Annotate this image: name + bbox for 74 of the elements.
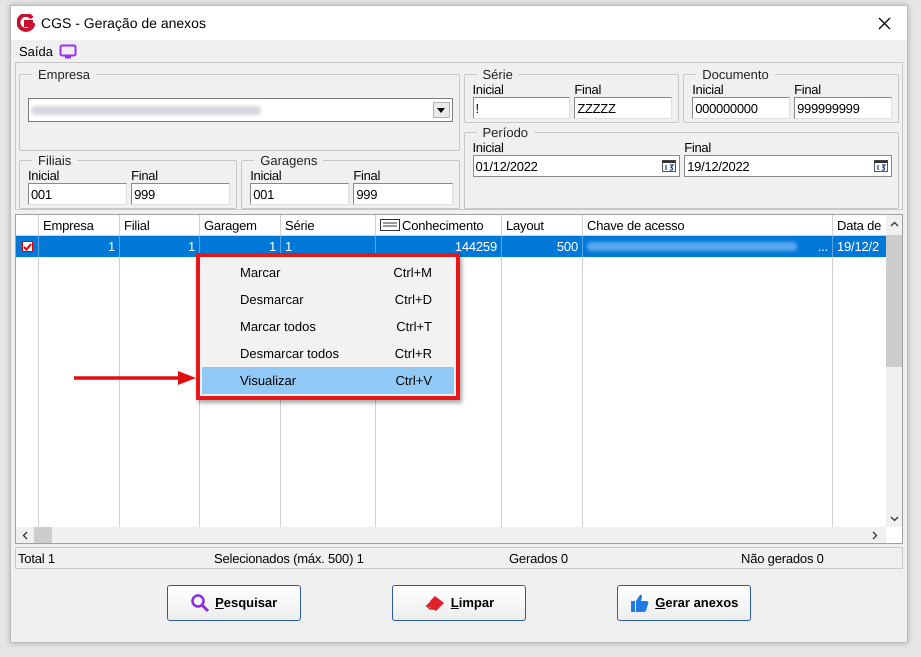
- status-text: Total 1: [17, 550, 56, 566]
- group-label: Série: [482, 67, 514, 82]
- table-cell: 19/12/2: [837, 239, 879, 254]
- column-header[interactable]: Série: [281, 215, 376, 236]
- scroll-thumb[interactable]: [886, 235, 902, 367]
- input-field[interactable]: ZZZZZ: [574, 97, 672, 119]
- input-field[interactable]: 001: [28, 183, 128, 205]
- date-field[interactable]: 19/12/2022: [684, 155, 892, 177]
- app-logo-icon: [17, 14, 35, 32]
- header-text: Conhecimento: [402, 218, 484, 232]
- menu-item[interactable]: Saída: [19, 44, 53, 58]
- field-label: Inicial: [472, 140, 505, 155]
- table-cell: 1: [268, 239, 276, 254]
- column-header[interactable]: Layout: [502, 215, 583, 236]
- menu-item[interactable]: Marcar todos Ctrl+T: [202, 313, 454, 340]
- group-label: Período: [482, 125, 530, 140]
- horizontal-scrollbar[interactable]: [16, 527, 886, 543]
- field-label: Final: [574, 82, 602, 97]
- table-cell: 1: [108, 239, 115, 254]
- input-field[interactable]: 001: [250, 183, 350, 205]
- eraser-icon: [424, 594, 446, 612]
- group-label: Documento: [701, 67, 770, 82]
- column-header[interactable]: Filial: [120, 215, 200, 236]
- scroll-thumb[interactable]: [34, 527, 52, 543]
- clear-button[interactable]: Limpar: [392, 584, 526, 620]
- input-field[interactable]: !: [472, 97, 570, 119]
- thumbs-up-icon: [630, 592, 650, 612]
- card-icon: [380, 219, 400, 231]
- scroll-up-icon[interactable]: [890, 221, 898, 227]
- table-cell: ...: [818, 239, 828, 254]
- field-label: Inicial: [472, 82, 505, 97]
- table-cell: 1: [285, 239, 292, 254]
- scroll-right-icon[interactable]: [872, 530, 878, 540]
- generate-button[interactable]: Gerar anexos: [617, 584, 752, 620]
- field-label: Inicial: [692, 82, 724, 97]
- input-field[interactable]: 999: [131, 183, 230, 205]
- search-button[interactable]: Pesquisar: [166, 584, 301, 620]
- field-label: Final: [131, 168, 159, 183]
- group-label: Empresa: [37, 67, 92, 82]
- menu-item[interactable]: Desmarcar todos Ctrl+R: [202, 340, 454, 367]
- input-field[interactable]: 999999999: [794, 97, 892, 119]
- close-icon[interactable]: [878, 16, 891, 30]
- company-dropdown[interactable]: [28, 98, 452, 122]
- status-text: Não gerados 0: [741, 550, 824, 566]
- field-label: Inicial: [28, 168, 60, 183]
- column-header[interactable]: Empresa: [39, 215, 120, 236]
- checkbox[interactable]: [22, 241, 32, 252]
- monitor-icon[interactable]: [58, 44, 77, 58]
- input-field[interactable]: 000000000: [692, 97, 790, 119]
- menu-item[interactable]: Visualizar Ctrl+V: [202, 367, 454, 394]
- field-label: Final: [353, 168, 382, 183]
- window-title: CGS - Geração de anexos: [41, 15, 207, 31]
- table-cell: 1: [188, 239, 195, 254]
- menu-item[interactable]: Marcar Ctrl+M: [202, 259, 454, 286]
- group-label: Filiais: [37, 153, 72, 168]
- table-cell: 500: [556, 239, 578, 254]
- scroll-left-icon[interactable]: [22, 530, 28, 540]
- vertical-scrollbar[interactable]: [886, 215, 902, 527]
- status-text: Selecionados (máx. 500) 1: [214, 550, 365, 566]
- date-field[interactable]: 01/12/2022: [472, 155, 680, 177]
- field-label: Inicial: [250, 168, 282, 183]
- column-header[interactable]: Garagem: [200, 215, 281, 236]
- scroll-down-icon[interactable]: [890, 516, 898, 522]
- column-header[interactable]: Chave de acesso: [583, 215, 833, 236]
- field-label: Final: [684, 140, 712, 155]
- table-cell: 144259: [454, 239, 497, 254]
- field-label: Final: [794, 82, 822, 97]
- calendar-icon[interactable]: [662, 160, 676, 172]
- menu-item[interactable]: Desmarcar Ctrl+D: [202, 286, 454, 313]
- status-text: Gerados 0: [509, 550, 569, 566]
- calendar-icon[interactable]: [874, 160, 888, 172]
- group-label: Garagens: [259, 153, 318, 168]
- search-icon: [190, 592, 210, 612]
- input-field[interactable]: 999: [353, 183, 452, 205]
